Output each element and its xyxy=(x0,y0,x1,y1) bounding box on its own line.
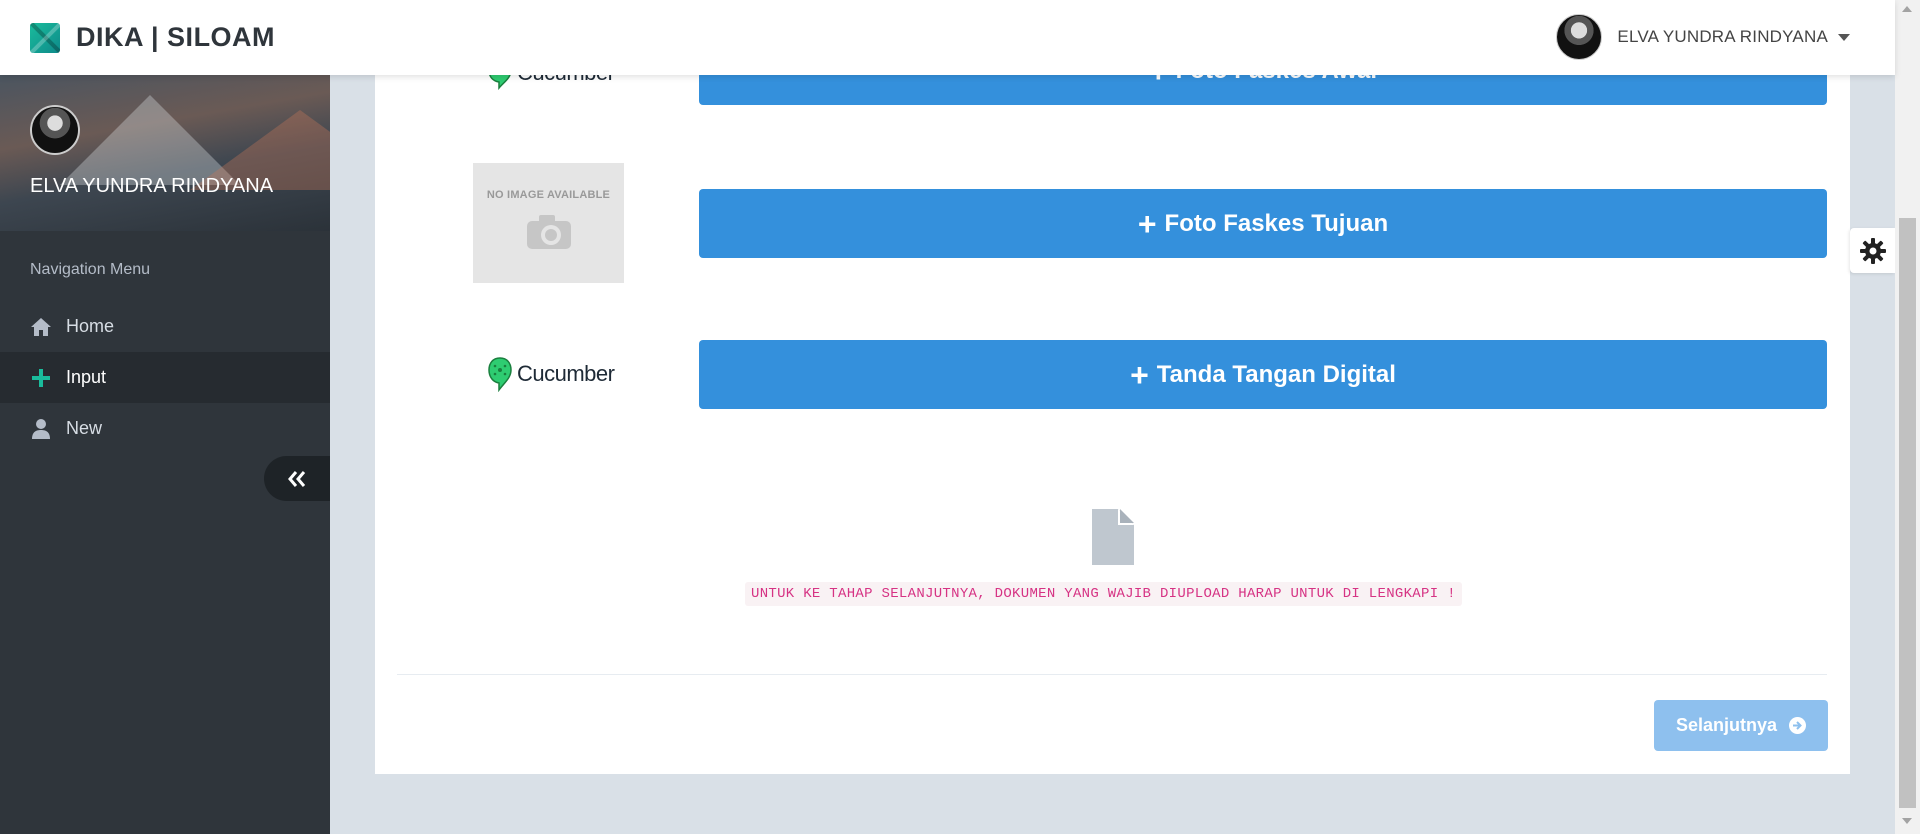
upload-warning-text: UNTUK KE TAHAP SELANJUTNYA, DOKUMEN YANG… xyxy=(745,582,1462,606)
camera-icon xyxy=(526,215,571,249)
profile-avatar xyxy=(30,105,80,155)
sidebar-item-label: Input xyxy=(66,367,107,387)
top-navbar: DIKA | SILOAM ELVA YUNDRA RINDYANA xyxy=(0,0,1895,75)
thumbnail-cucumber: Cucumber xyxy=(487,356,615,392)
user-icon xyxy=(30,418,52,440)
gear-icon xyxy=(1859,237,1886,264)
sidebar-item-new[interactable]: New xyxy=(0,403,330,454)
profile-name: ELVA YUNDRA RINDYANA xyxy=(30,175,274,197)
upload-tanda-tangan-digital-button[interactable]: + Tanda Tangan Digital xyxy=(699,340,1827,409)
brand[interactable]: DIKA | SILOAM xyxy=(30,22,275,53)
page-scrollbar[interactable] xyxy=(1895,0,1920,834)
sidebar-item-home[interactable]: Home xyxy=(0,301,330,352)
scroll-down-arrow-icon[interactable] xyxy=(1902,818,1912,824)
thumbnail-no-image: NO IMAGE AVAILABLE xyxy=(473,163,624,283)
caret-down-icon xyxy=(1838,33,1850,41)
sidebar-item-label: New xyxy=(66,418,103,438)
nav-header: Navigation Menu xyxy=(30,261,151,278)
plus-icon: + xyxy=(1130,356,1149,393)
plus-icon: + xyxy=(1137,205,1157,242)
sidebar: ELVA YUNDRA RINDYANA Navigation Menu Hom… xyxy=(0,75,330,834)
no-image-text: NO IMAGE AVAILABLE xyxy=(486,189,611,201)
settings-toggle[interactable] xyxy=(1850,228,1895,273)
brand-logo-icon xyxy=(30,22,60,53)
user-name: ELVA YUNDRA RINDYANA xyxy=(1617,27,1828,46)
sidebar-profile: ELVA YUNDRA RINDYANA xyxy=(0,75,330,231)
double-chevron-left-icon xyxy=(288,470,306,487)
sidebar-item-input[interactable]: Input xyxy=(0,352,330,403)
arrow-circle-right-icon xyxy=(1789,717,1807,734)
button-label: Selanjutnya xyxy=(1675,715,1778,735)
thumbnail-caption: Cucumber xyxy=(517,361,615,386)
button-label: Foto Faskes Tujuan xyxy=(1164,209,1389,237)
next-button[interactable]: Selanjutnya xyxy=(1654,700,1828,751)
plus-icon xyxy=(30,367,52,389)
scrollbar-thumb[interactable] xyxy=(1899,218,1916,808)
avatar xyxy=(1556,14,1603,60)
button-label: Tanda Tangan Digital xyxy=(1156,360,1396,388)
sidebar-item-label: Home xyxy=(66,316,115,336)
brand-name: DIKA | SILOAM xyxy=(76,22,276,52)
sidebar-collapse-button[interactable] xyxy=(264,456,330,501)
cucumber-logo-icon xyxy=(488,357,512,392)
file-icon xyxy=(1092,509,1134,570)
divider xyxy=(397,674,1827,675)
user-menu-dropdown[interactable]: ELVA YUNDRA RINDYANA xyxy=(1556,14,1850,60)
scroll-up-arrow-icon[interactable] xyxy=(1902,6,1912,12)
upload-foto-faskes-tujuan-button[interactable]: + Foto Faskes Tujuan xyxy=(699,189,1827,258)
home-icon xyxy=(30,316,52,338)
